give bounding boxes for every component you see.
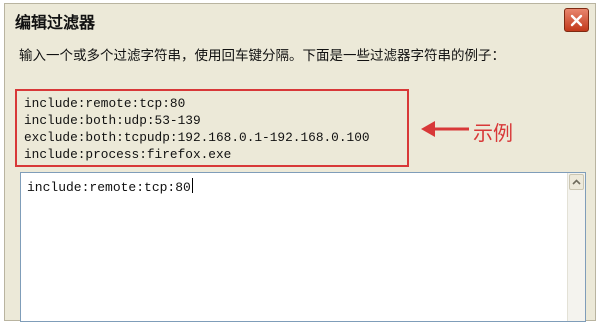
- example-line: exclude:both:tcpudp:192.168.0.1-192.168.…: [24, 130, 370, 145]
- title-bar[interactable]: 编辑过滤器: [5, 4, 595, 36]
- annotation-label: 示例: [473, 121, 513, 145]
- example-line: include:process:firefox.exe: [24, 147, 232, 162]
- chevron-up-icon: [572, 179, 581, 185]
- edit-filter-dialog: 编辑过滤器 输入一个或多个过滤字符串，使用回车键分隔。下面是一些过滤器字符串的例…: [4, 3, 596, 322]
- description-text: 输入一个或多个过滤字符串，使用回车键分隔。下面是一些过滤器字符串的例子：: [19, 48, 505, 64]
- scroll-up-button[interactable]: [569, 174, 584, 190]
- dialog-title: 编辑过滤器: [15, 13, 96, 32]
- arrow-left-icon: [421, 121, 469, 137]
- example-line: include:both:udp:53-139: [24, 113, 201, 128]
- text-caret: [191, 178, 193, 193]
- vertical-scrollbar[interactable]: [567, 173, 585, 321]
- filter-input-value: include:remote:tcp:80: [27, 178, 193, 195]
- filter-input-text: include:remote:tcp:80: [27, 180, 191, 195]
- example-highlight-box: include:remote:tcp:80 include:both:udp:5…: [15, 89, 409, 167]
- close-button[interactable]: [564, 8, 589, 32]
- filter-input[interactable]: include:remote:tcp:80: [20, 172, 586, 322]
- close-icon: [570, 14, 583, 26]
- example-line: include:remote:tcp:80: [24, 96, 186, 111]
